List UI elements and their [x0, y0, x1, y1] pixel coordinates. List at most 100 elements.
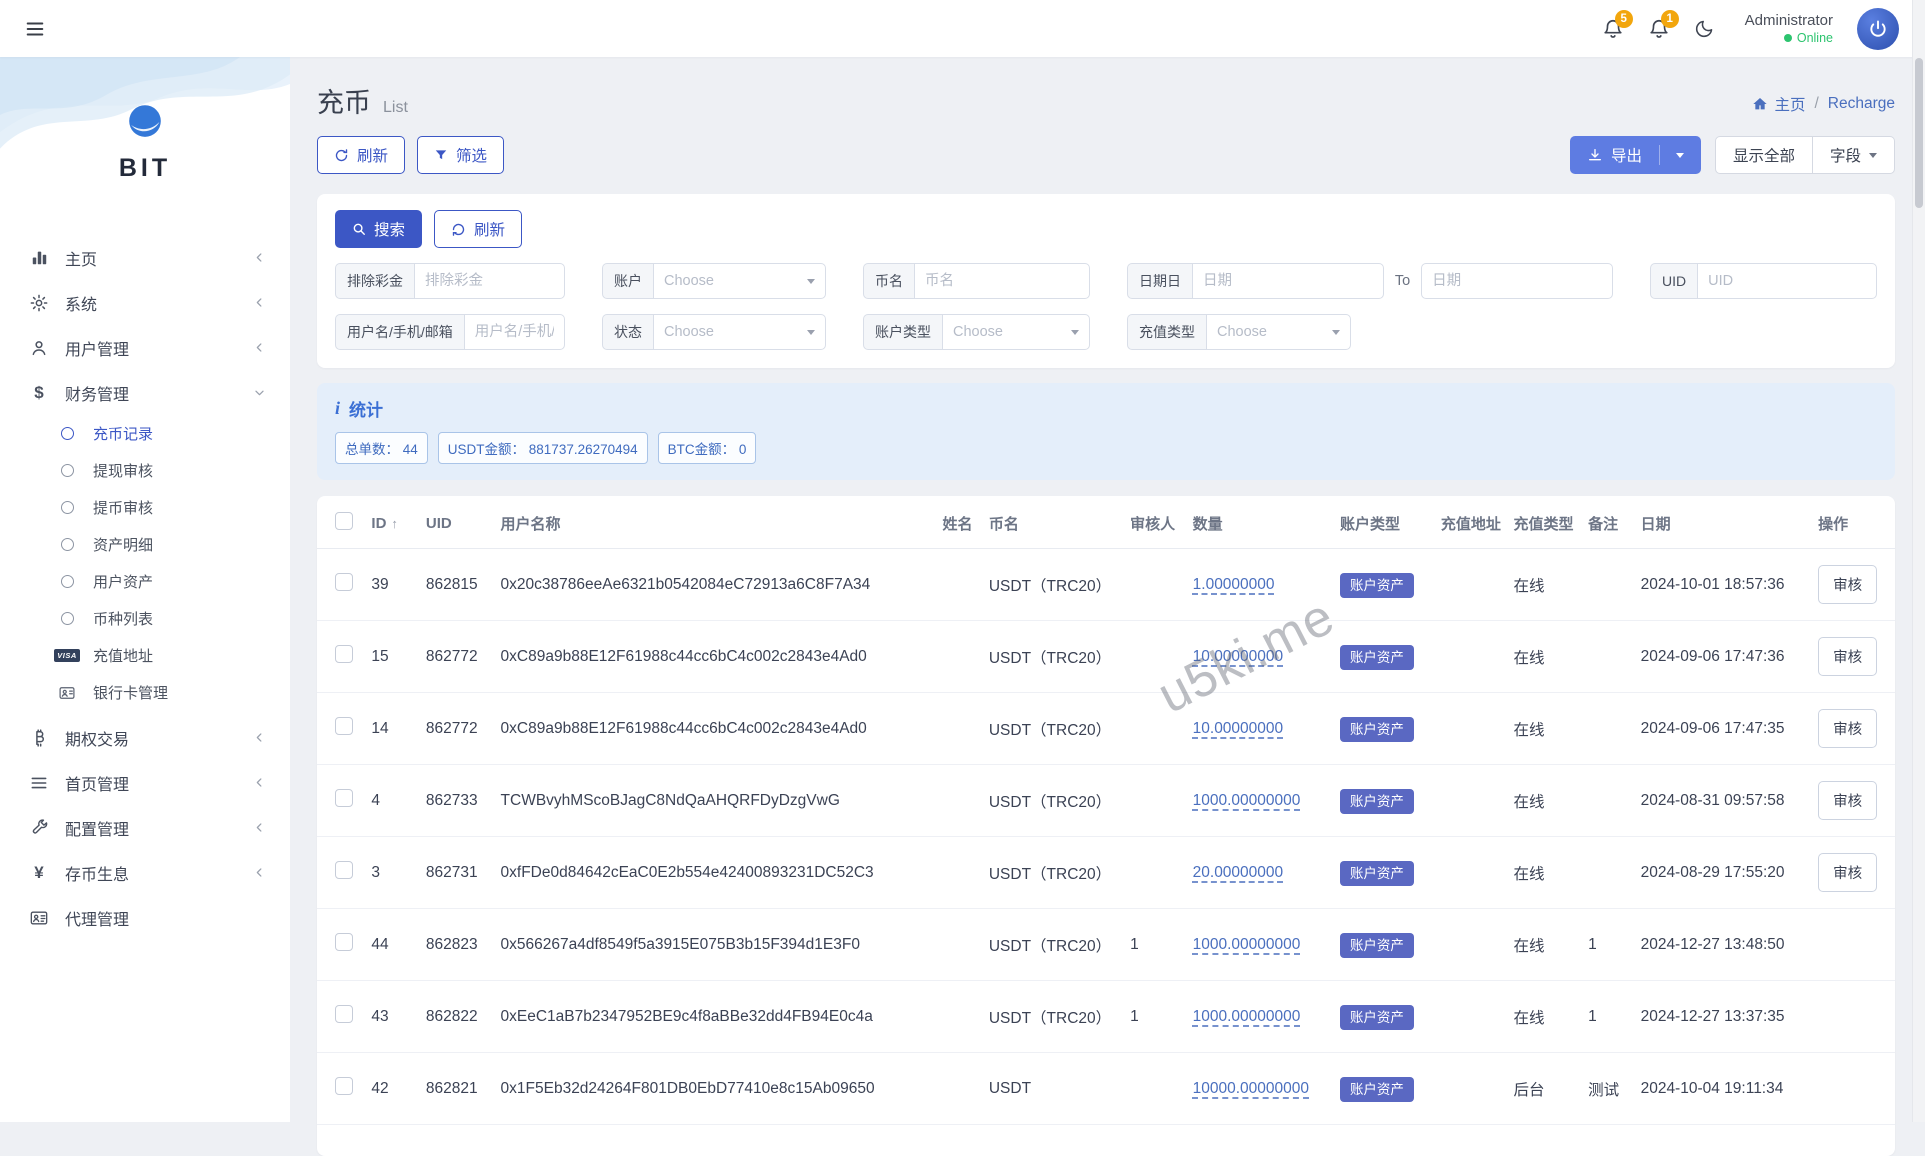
- search-icon: [352, 222, 366, 236]
- sidebar-subitem-bank-card-management[interactable]: 银行卡管理: [16, 674, 274, 711]
- column-header-12: 操作: [1810, 496, 1895, 549]
- cell-checkbox: [317, 1053, 363, 1125]
- sidebar-subitem-withdrawal-review[interactable]: 提现审核: [16, 452, 274, 489]
- audit-button[interactable]: 审核: [1818, 637, 1877, 676]
- filter-label: UID: [1650, 263, 1697, 299]
- dark-mode-moon-icon[interactable]: [1694, 18, 1715, 39]
- notifications-bell-icon[interactable]: 5: [1602, 18, 1624, 40]
- filter-input-coin-name[interactable]: [914, 263, 1090, 299]
- amount-link[interactable]: 10000.00000000: [1193, 1080, 1309, 1097]
- filter-input-uid[interactable]: [1697, 263, 1877, 299]
- amount-link[interactable]: 10.00000000: [1193, 648, 1284, 665]
- cell-date: 2024-08-31 09:57:58: [1633, 765, 1811, 837]
- select-all-checkbox[interactable]: [335, 512, 353, 530]
- sidebar-subitem-coin-withdrawal-review[interactable]: 提币审核: [16, 489, 274, 526]
- column-header-label: 充值类型: [1513, 516, 1573, 533]
- column-header-2: 用户名称: [493, 496, 935, 549]
- audit-button[interactable]: 审核: [1818, 781, 1877, 820]
- audit-button[interactable]: 审核: [1818, 853, 1877, 892]
- funnel-icon: [434, 148, 448, 162]
- sidebar-item-agent-management[interactable]: 代理管理: [16, 895, 274, 940]
- cell-date: 2024-12-27 13:37:35: [1633, 981, 1811, 1053]
- scrollbar-track[interactable]: [1912, 0, 1925, 1122]
- sidebar-item-homepage-management[interactable]: 首页管理: [16, 760, 274, 805]
- amount-link[interactable]: 1000.00000000: [1193, 792, 1301, 809]
- records-table: ID↑UID用户名称姓名币名审核人数量账户类型充值地址充值类型备注日期操作 39…: [317, 496, 1895, 1125]
- row-checkbox[interactable]: [335, 861, 353, 879]
- breadcrumb-home-link[interactable]: 主页: [1752, 93, 1805, 115]
- cell-realname: [934, 693, 980, 765]
- refresh-button[interactable]: 刷新: [317, 136, 405, 174]
- row-checkbox[interactable]: [335, 789, 353, 807]
- filter-input-date-start[interactable]: [1192, 263, 1384, 299]
- sort-asc-icon[interactable]: ↑: [391, 516, 398, 531]
- search-button[interactable]: 搜索: [335, 210, 422, 248]
- user-avatar-power-icon[interactable]: [1857, 8, 1899, 50]
- reset-button[interactable]: 刷新: [434, 210, 522, 248]
- amount-link[interactable]: 1.00000000: [1193, 576, 1275, 593]
- sidebar-item-coin-interest[interactable]: ¥存币生息: [16, 850, 274, 895]
- cell-username: 0xEeC1aB7b2347952BE9c4f8aBBe32dd4FB94E0c…: [493, 981, 935, 1053]
- sidebar-item-config-management[interactable]: 配置管理: [16, 805, 274, 850]
- row-checkbox[interactable]: [335, 645, 353, 663]
- filter-input-date-end[interactable]: [1421, 263, 1613, 299]
- amount-link[interactable]: 1000.00000000: [1193, 936, 1301, 953]
- sidebar-item-system[interactable]: 系统: [16, 280, 274, 325]
- column-header-0[interactable]: ID↑: [363, 496, 417, 549]
- filter-button[interactable]: 筛选: [417, 136, 504, 174]
- filter-select-recharge-type[interactable]: Choose: [1206, 314, 1351, 350]
- sidebar-item-user-management[interactable]: 用户管理: [16, 325, 274, 370]
- audit-button[interactable]: 审核: [1818, 565, 1877, 604]
- amount-link[interactable]: 1000.00000000: [1193, 1008, 1301, 1025]
- row-checkbox[interactable]: [335, 573, 353, 591]
- sidebar-subitem-user-assets[interactable]: 用户资产: [16, 563, 274, 600]
- filter-select-account[interactable]: Choose: [653, 263, 826, 299]
- cell-id: 39: [363, 549, 417, 621]
- cell-coin: USDT（TRC20）: [981, 909, 1122, 981]
- cell-uid: 862822: [418, 981, 493, 1053]
- sidebar-subitem-asset-details[interactable]: 资产明细: [16, 526, 274, 563]
- amount-link[interactable]: 10.00000000: [1193, 720, 1284, 737]
- cell-recharge-address: [1433, 1053, 1506, 1125]
- column-header-10: 备注: [1580, 496, 1632, 549]
- row-checkbox[interactable]: [335, 1005, 353, 1023]
- row-checkbox[interactable]: [335, 717, 353, 735]
- filter-select-account-type[interactable]: Choose: [942, 314, 1090, 350]
- filter-input-exclude-bonus[interactable]: [414, 263, 565, 299]
- sidebar-item-options-trading[interactable]: 期权交易: [16, 715, 274, 760]
- menu-toggle-icon[interactable]: [24, 18, 46, 40]
- cell-account-type: 账户资产: [1332, 693, 1433, 765]
- cell-amount: 10000.00000000: [1185, 1053, 1332, 1125]
- row-checkbox[interactable]: [335, 933, 353, 951]
- sidebar-item-home[interactable]: 主页: [16, 235, 274, 280]
- scrollbar-thumb[interactable]: [1915, 58, 1923, 208]
- page-title: 充币: [317, 81, 371, 120]
- cell-date: 2024-08-29 17:55:20: [1633, 837, 1811, 909]
- column-header-7: 账户类型: [1332, 496, 1433, 549]
- filter-group-exclude-bonus: 排除彩金: [335, 263, 565, 299]
- user-name: Administrator: [1745, 11, 1833, 31]
- row-checkbox[interactable]: [335, 1077, 353, 1095]
- column-header-11: 日期: [1633, 496, 1811, 549]
- fields-dropdown-button[interactable]: 字段: [1813, 136, 1895, 174]
- filter-input-username-phone-email[interactable]: [464, 314, 565, 350]
- sidebar-item-finance-management[interactable]: $财务管理: [16, 370, 274, 415]
- sidebar-subitem-recharge-records[interactable]: 充币记录: [16, 415, 274, 452]
- chevron-down-icon: [807, 279, 815, 284]
- cell-uid: 862731: [418, 837, 493, 909]
- idcard-icon: [28, 908, 50, 928]
- show-all-button[interactable]: 显示全部: [1715, 136, 1813, 174]
- breadcrumb: 主页 / Recharge: [1752, 93, 1895, 115]
- audit-button[interactable]: 审核: [1818, 709, 1877, 748]
- sidebar-subitem-coin-list[interactable]: 币种列表: [16, 600, 274, 637]
- table-row: 438628220xEeC1aB7b2347952BE9c4f8aBBe32dd…: [317, 981, 1895, 1053]
- cell-realname: [934, 621, 980, 693]
- chevron-left-icon: [253, 341, 266, 354]
- amount-link[interactable]: 20.00000000: [1193, 864, 1284, 881]
- filter-select-status[interactable]: Choose: [653, 314, 826, 350]
- alerts-bell-icon[interactable]: 1: [1648, 18, 1670, 40]
- cell-amount: 1000.00000000: [1185, 981, 1332, 1053]
- cell-realname: [934, 837, 980, 909]
- export-button[interactable]: 导出: [1570, 136, 1701, 174]
- sidebar-subitem-recharge-address[interactable]: VISA充值地址: [16, 637, 274, 674]
